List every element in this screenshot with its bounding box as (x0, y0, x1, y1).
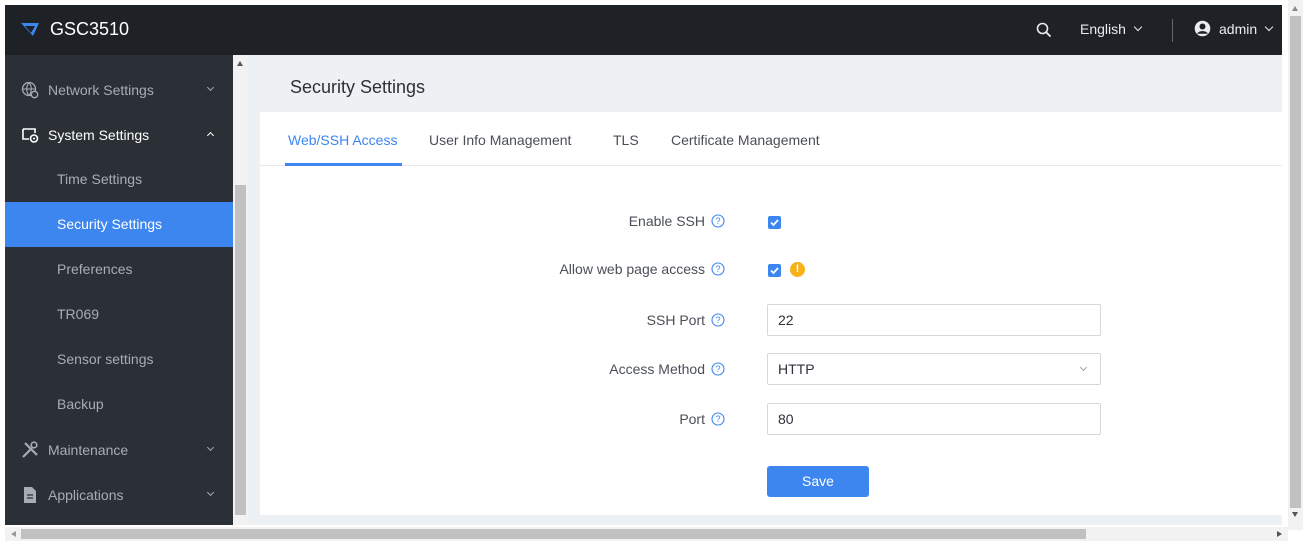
sidebar-group-label: Network Settings (48, 81, 154, 98)
sidebar-scrollbar[interactable] (233, 55, 248, 525)
horizontal-scrollbar[interactable] (5, 527, 1288, 541)
tab-certificate-management[interactable]: Certificate Management (671, 132, 820, 148)
language-dropdown[interactable]: English (1080, 21, 1143, 37)
sidebar-item-security-settings[interactable]: Security Settings (5, 202, 233, 247)
allow-web-access-label: Allow web page access (559, 261, 705, 277)
tools-icon (22, 440, 38, 458)
tab-tls[interactable]: TLS (613, 132, 639, 148)
enable-ssh-checkbox[interactable] (768, 216, 781, 229)
form-row-enable-ssh: Enable SSH ? (260, 205, 1282, 237)
document-icon (24, 486, 36, 503)
header-divider (1172, 19, 1173, 42)
sidebar-item-preferences[interactable]: Preferences (5, 247, 233, 292)
port-label: Port (679, 411, 705, 427)
form-row-access-method: Access Method ? HTTP (260, 353, 1282, 385)
settings-card: Web/SSH Access User Info Management TLS … (260, 112, 1282, 515)
page-scroll-thumb[interactable] (1290, 16, 1301, 508)
chevron-down-icon (1133, 22, 1143, 32)
field-label: Enable SSH ? (629, 213, 725, 229)
question-circle-icon[interactable]: ? (711, 262, 725, 276)
sidebar-group-label: Applications (48, 486, 124, 503)
scroll-up-arrow-icon[interactable] (1292, 6, 1298, 11)
network-globe-icon (21, 81, 39, 98)
form-row-allow-web-access: Allow web page access ? ! (260, 253, 1282, 285)
question-circle-icon[interactable]: ? (711, 313, 725, 327)
system-settings-icon (22, 127, 39, 143)
form-row-port: Port ? 80 (260, 403, 1282, 435)
sidebar-group-label: Maintenance (48, 441, 129, 458)
user-avatar-icon (1194, 20, 1211, 37)
sidebar: Network Settings System Settings Time Se… (5, 55, 233, 525)
allow-web-access-checkbox[interactable] (768, 264, 781, 277)
search-icon[interactable] (1036, 22, 1052, 38)
scroll-left-arrow-icon[interactable] (11, 531, 16, 537)
app-name: GSC3510 (50, 19, 130, 39)
scroll-up-arrow-icon[interactable] (237, 61, 243, 66)
question-circle-icon[interactable]: ? (711, 362, 725, 376)
sidebar-group-network-settings[interactable]: Network Settings (5, 67, 233, 112)
save-button[interactable]: Save (767, 466, 869, 497)
sidebar-group-system-settings[interactable]: System Settings (5, 112, 233, 157)
scroll-right-arrow-icon[interactable] (1277, 531, 1282, 537)
field-label: Access Method ? (609, 361, 725, 377)
sidebar-item-tr069[interactable]: TR069 (5, 292, 233, 337)
page-title: Security Settings (290, 77, 426, 97)
language-label: English (1080, 21, 1126, 37)
port-input[interactable]: 80 (767, 403, 1101, 435)
brand[interactable]: GSC3510 (20, 18, 129, 40)
active-tab-indicator (285, 163, 402, 166)
field-label: Port ? (679, 411, 725, 427)
tab-bar: Web/SSH Access User Info Management TLS … (260, 112, 1282, 166)
chevron-down-icon (206, 488, 215, 497)
enable-ssh-label: Enable SSH (628, 213, 705, 229)
access-method-label: Access Method (609, 361, 705, 377)
sidebar-group-applications[interactable]: Applications (5, 472, 233, 517)
chevron-down-icon (1264, 22, 1274, 31)
checkmark-icon (770, 219, 779, 227)
svg-text:?: ? (715, 216, 720, 226)
chevron-down-icon (206, 83, 215, 92)
grandstream-logo-icon (21, 23, 39, 36)
field-label: SSH Port ? (647, 312, 725, 328)
access-method-value: HTTP (778, 361, 815, 377)
tab-user-info-management[interactable]: User Info Management (429, 132, 571, 148)
svg-text:?: ? (715, 414, 720, 424)
sidebar-item-backup[interactable]: Backup (5, 382, 233, 427)
chevron-down-icon (206, 443, 215, 452)
question-circle-icon[interactable]: ? (711, 412, 725, 426)
warning-icon[interactable]: ! (790, 262, 805, 277)
checkmark-icon (770, 267, 779, 275)
sidebar-scroll-thumb[interactable] (235, 185, 246, 515)
sidebar-group-label: System Settings (48, 126, 150, 143)
svg-text:?: ? (715, 364, 720, 374)
access-method-select[interactable]: HTTP (767, 353, 1101, 385)
svg-text:?: ? (715, 315, 720, 325)
top-header: GSC3510 English admin (5, 5, 1282, 55)
svg-text:?: ? (715, 264, 720, 274)
sidebar-group-maintenance[interactable]: Maintenance (5, 427, 233, 472)
user-name: admin (1219, 20, 1258, 37)
chevron-down-icon (1079, 363, 1088, 372)
user-menu[interactable]: admin (1194, 20, 1274, 37)
page-scrollbar[interactable] (1288, 0, 1303, 530)
sidebar-item-time-settings[interactable]: Time Settings (5, 157, 233, 202)
ssh-port-input[interactable]: 22 (767, 304, 1101, 336)
chevron-up-icon (206, 131, 215, 140)
question-circle-icon[interactable]: ? (711, 214, 725, 228)
field-label: Allow web page access ? (559, 261, 725, 277)
sidebar-item-sensor-settings[interactable]: Sensor settings (5, 337, 233, 382)
form-row-ssh-port: SSH Port ? 22 (260, 304, 1282, 336)
tab-web-ssh-access[interactable]: Web/SSH Access (288, 132, 397, 148)
ssh-port-label: SSH Port (646, 312, 705, 328)
horizontal-scroll-thumb[interactable] (21, 529, 1086, 539)
page-header: Security Settings (248, 55, 1282, 112)
scroll-down-arrow-icon[interactable] (1292, 512, 1298, 517)
